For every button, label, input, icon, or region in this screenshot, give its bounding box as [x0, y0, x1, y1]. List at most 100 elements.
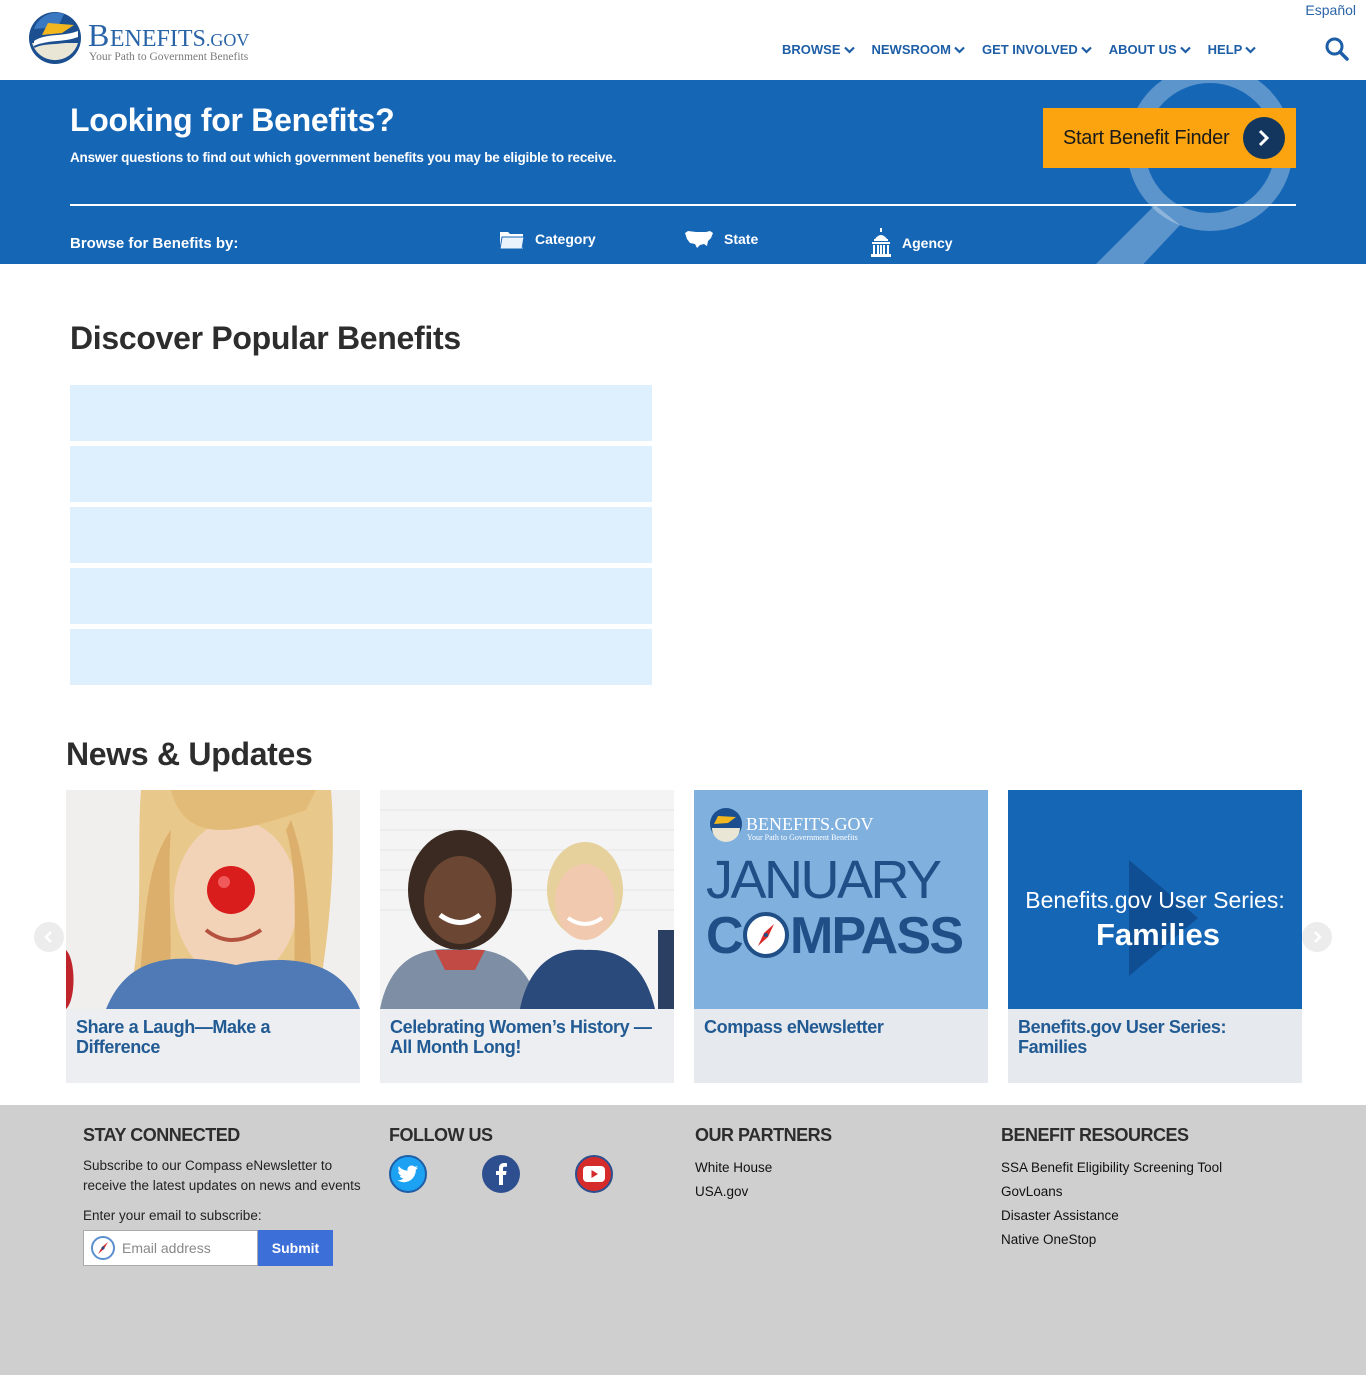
- popular-benefit-item[interactable]: [70, 568, 652, 624]
- news-card[interactable]: Share a Laugh—Make a Difference: [66, 790, 360, 1083]
- hero-subtitle: Answer questions to find out which gover…: [70, 150, 617, 165]
- footer-follow-us: FOLLOW US: [389, 1125, 649, 1156]
- email-input-wrapper: [83, 1230, 258, 1266]
- nav-about-us[interactable]: ABOUT US: [1109, 42, 1191, 57]
- chevron-down-icon: [954, 46, 965, 54]
- resource-link-govloans[interactable]: GovLoans: [1001, 1180, 1341, 1204]
- start-benefit-finder-label: Start Benefit Finder: [1063, 126, 1230, 149]
- hero-divider: [70, 204, 1296, 206]
- benefit-finder-hero: Looking for Benefits? Answer questions t…: [0, 80, 1366, 264]
- chevron-down-icon: [843, 46, 855, 54]
- popular-benefit-item[interactable]: [70, 507, 652, 563]
- carousel-prev-button[interactable]: [34, 922, 64, 952]
- email-input[interactable]: [122, 1240, 252, 1256]
- chevron-down-icon: [1245, 46, 1257, 54]
- capitol-building-icon: [871, 228, 891, 257]
- nav-browse[interactable]: BROWSE: [782, 42, 855, 57]
- news-card-caption: Compass eNewsletter: [694, 1009, 988, 1083]
- news-card[interactable]: Celebrating Women’s History — All Month …: [380, 790, 674, 1083]
- nav-newsroom-label: NEWSROOM: [871, 42, 951, 57]
- news-card[interactable]: BENEFITS.GOV Your Path to Government Ben…: [694, 790, 988, 1083]
- logo-wordmark: BENEFITS.GOV: [88, 17, 250, 53]
- footer-benefit-resources: BENEFIT RESOURCES SSA Benefit Eligibilit…: [1001, 1125, 1341, 1252]
- browse-by-agency-label: Agency: [902, 235, 953, 251]
- browse-by-agency-link[interactable]: Agency: [870, 228, 953, 258]
- nav-get-involved-label: GET INVOLVED: [981, 42, 1078, 57]
- nav-browse-label: BROWSE: [782, 42, 841, 57]
- chevron-down-icon: [1179, 46, 1191, 54]
- logo-tagline: Your Path to Government Benefits: [89, 51, 249, 63]
- news-card-title: Celebrating Women’s History — All Month …: [390, 1017, 652, 1057]
- stay-connected-text: Subscribe to our Compass eNewsletter to …: [83, 1158, 361, 1193]
- follow-us-heading: FOLLOW US: [389, 1125, 493, 1145]
- facebook-icon[interactable]: [482, 1155, 520, 1193]
- news-card-caption: Share a Laugh—Make a Difference: [66, 1009, 360, 1083]
- resource-link-native-onestop[interactable]: Native OneStop: [1001, 1228, 1341, 1252]
- compass-title-rest: MPASS: [790, 907, 964, 965]
- folder-icon: [499, 232, 525, 250]
- browse-by-category-label: Category: [535, 231, 596, 247]
- site-logo[interactable]: BENEFITS.GOV Your Path to Government Ben…: [28, 10, 268, 68]
- popular-benefits-list: [70, 385, 652, 690]
- chevron-left-icon: [44, 931, 52, 943]
- news-card-image-two-women: [380, 790, 674, 1009]
- partner-link-white-house[interactable]: White House: [695, 1156, 975, 1180]
- hero-title: Looking for Benefits?: [70, 102, 395, 138]
- footer-our-partners: OUR PARTNERS White House USA.gov: [695, 1125, 975, 1204]
- logo-globe-icon: [29, 12, 81, 64]
- language-link-espanol[interactable]: Español: [1305, 2, 1356, 18]
- news-card-title: Compass eNewsletter: [704, 1017, 884, 1037]
- news-section-title: News & Updates: [66, 736, 313, 772]
- chevron-right-icon: [1243, 117, 1285, 159]
- user-series-line2: Families: [1096, 917, 1220, 952]
- site-header: BENEFITS.GOV Your Path to Government Ben…: [0, 0, 1366, 80]
- compass-title-c: C: [706, 907, 744, 965]
- chevron-right-icon: [1314, 931, 1322, 943]
- main-nav: BROWSE NEWSROOM GET INVOLVED ABOUT US HE…: [782, 42, 1273, 57]
- partner-link-usa-gov[interactable]: USA.gov: [695, 1180, 975, 1204]
- news-card-caption: Benefits.gov User Series: Families: [1008, 1009, 1302, 1083]
- popular-benefit-item[interactable]: [70, 629, 652, 685]
- compass-icon: [91, 1236, 115, 1260]
- start-benefit-finder-button[interactable]: Start Benefit Finder: [1043, 108, 1296, 168]
- our-partners-heading: OUR PARTNERS: [695, 1125, 832, 1145]
- chevron-down-icon: [1081, 46, 1092, 54]
- news-card-image-user-series: Benefits.gov User Series: Families: [1008, 790, 1302, 1009]
- compass-logo-text: BENEFITS.GOV: [746, 814, 874, 834]
- benefit-resources-heading: BENEFIT RESOURCES: [1001, 1125, 1189, 1145]
- stay-connected-heading: STAY CONNECTED: [83, 1125, 240, 1145]
- discover-section-title: Discover Popular Benefits: [70, 320, 461, 356]
- browse-by-label: Browse for Benefits by:: [70, 235, 239, 252]
- us-map-icon: [685, 231, 713, 248]
- news-card-title: Share a Laugh—Make a Difference: [76, 1017, 271, 1057]
- compass-month-text: JANUARY: [706, 850, 942, 910]
- footer-stay-connected: STAY CONNECTED Subscribe to our Compass …: [83, 1125, 368, 1226]
- news-card-caption: Celebrating Women’s History — All Month …: [380, 1009, 674, 1083]
- resource-link-disaster-assistance[interactable]: Disaster Assistance: [1001, 1204, 1341, 1228]
- news-card-image-girl-red-nose: [66, 790, 360, 1009]
- nav-help-label: HELP: [1207, 42, 1243, 57]
- nav-help[interactable]: HELP: [1208, 42, 1257, 57]
- browse-by-state-label: State: [724, 231, 759, 247]
- search-icon[interactable]: [1324, 36, 1350, 62]
- youtube-icon[interactable]: [575, 1155, 613, 1193]
- subscribe-submit-button[interactable]: Submit: [258, 1230, 333, 1266]
- site-footer: STAY CONNECTED Subscribe to our Compass …: [0, 1105, 1366, 1375]
- resource-link-ssa-screening-tool[interactable]: SSA Benefit Eligibility Screening Tool: [1001, 1156, 1341, 1180]
- news-card[interactable]: Benefits.gov User Series: Families Benef…: [1008, 790, 1302, 1083]
- subscribe-form: Submit: [83, 1230, 333, 1266]
- nav-about-us-label: ABOUT US: [1108, 42, 1177, 57]
- news-card-title: Benefits.gov User Series: Families: [1018, 1017, 1227, 1057]
- compass-logo-tagline: Your Path to Government Benefits: [747, 833, 858, 842]
- browse-by-category-link[interactable]: Category: [499, 228, 596, 250]
- nav-newsroom[interactable]: NEWSROOM: [872, 42, 965, 57]
- email-subscribe-label: Enter your email to subscribe:: [83, 1208, 262, 1223]
- user-series-line1: Benefits.gov User Series:: [1025, 887, 1285, 913]
- twitter-icon[interactable]: [389, 1155, 427, 1193]
- popular-benefit-item[interactable]: [70, 446, 652, 502]
- popular-benefit-item[interactable]: [70, 385, 652, 441]
- browse-by-state-link[interactable]: State: [684, 228, 758, 250]
- news-card-image-compass: BENEFITS.GOV Your Path to Government Ben…: [694, 790, 988, 1009]
- nav-get-involved[interactable]: GET INVOLVED: [982, 42, 1092, 57]
- carousel-next-button[interactable]: [1302, 922, 1332, 952]
